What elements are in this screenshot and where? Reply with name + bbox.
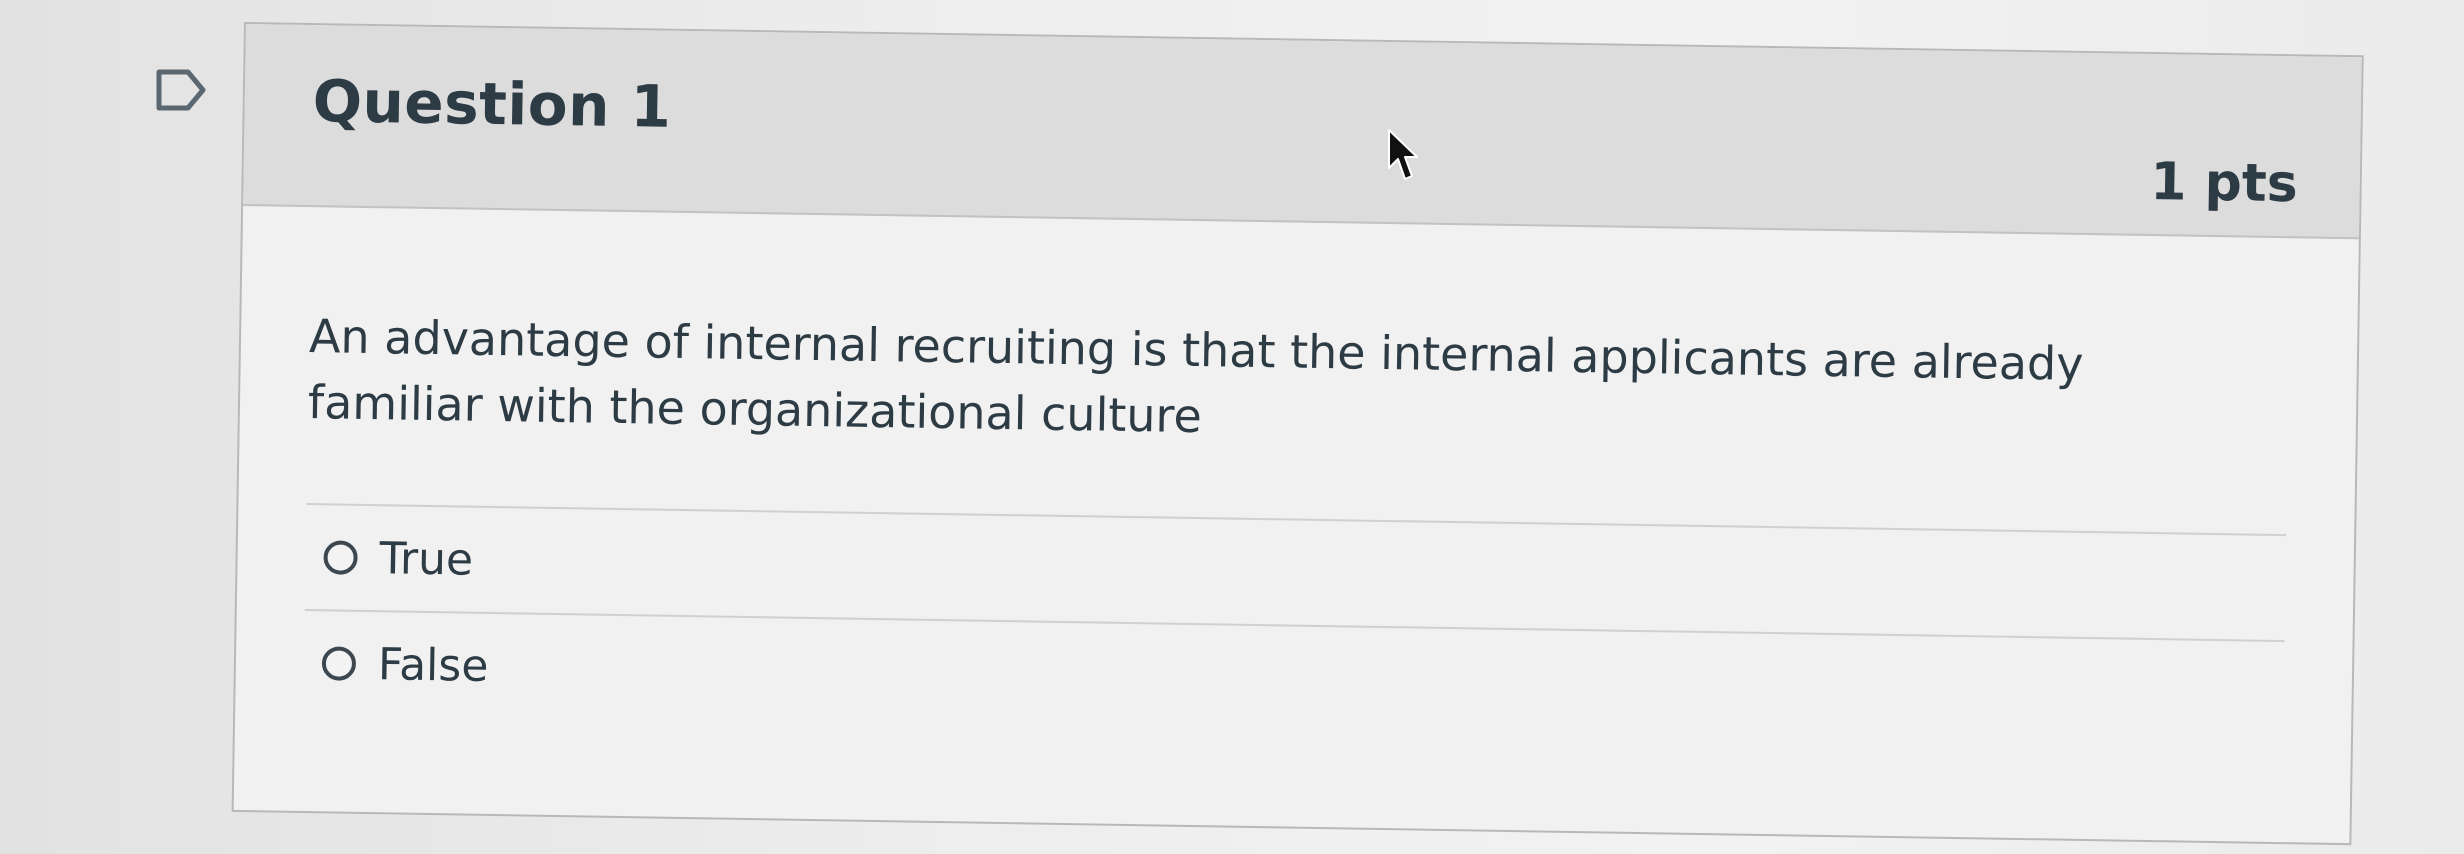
answer-label-true: True — [379, 532, 474, 586]
mouse-pointer-icon — [1386, 128, 1420, 182]
answer-label-false: False — [377, 638, 489, 692]
question-text: An advantage of internal recruiting is t… — [307, 309, 2084, 444]
question-title: Question 1 — [312, 67, 673, 141]
question-card: Question 1 1 pts An advantage of interna… — [231, 22, 2364, 846]
quiz-page: Question 1 1 pts An advantage of interna… — [0, 0, 2464, 854]
question-points: 1 pts — [2149, 151, 2299, 215]
flag-question-icon[interactable] — [155, 68, 207, 112]
radio-unselected-icon[interactable] — [321, 646, 357, 681]
radio-unselected-icon[interactable] — [323, 540, 358, 575]
question-header: Question 1 1 pts — [243, 24, 2362, 240]
question-body: An advantage of internal recruiting is t… — [235, 206, 2359, 747]
answer-list: True False — [303, 503, 2287, 747]
